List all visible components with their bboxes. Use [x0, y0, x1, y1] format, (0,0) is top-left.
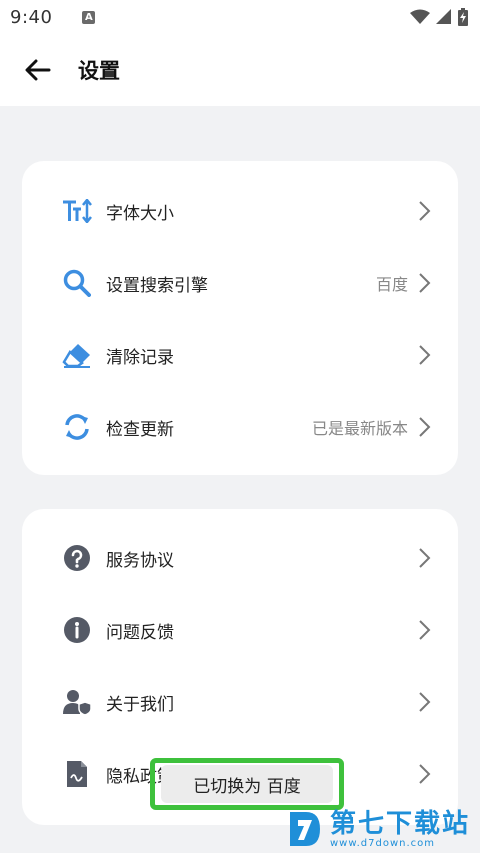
chevron-right-icon: [419, 417, 431, 437]
watermark-url: www.d7down.com: [330, 837, 436, 849]
setting-label: 服务协议: [106, 550, 174, 571]
setting-row-search-engine[interactable]: 设置搜索引擎 百度: [22, 255, 458, 311]
setting-row-clear-history[interactable]: 清除记录: [22, 327, 458, 383]
app-header: 设置: [0, 34, 480, 106]
battery-icon: [458, 8, 468, 26]
signal-icon: [436, 9, 451, 24]
setting-row-service-agreement[interactable]: 服务协议: [22, 530, 458, 586]
back-arrow-icon: [25, 59, 51, 81]
eraser-icon: [62, 340, 92, 370]
chevron-right-icon: [419, 273, 431, 293]
wifi-icon: [410, 9, 430, 24]
chevron-right-icon: [419, 548, 431, 568]
page-title: 设置: [78, 59, 120, 83]
setting-label: 问题反馈: [106, 622, 174, 643]
setting-row-check-update[interactable]: 检查更新 已是最新版本: [22, 399, 458, 455]
setting-label: 清除记录: [106, 347, 174, 368]
setting-label: 设置搜索引擎: [106, 275, 208, 296]
toast-message: 已切换为 百度: [161, 765, 333, 803]
document-icon: [62, 759, 92, 789]
refresh-icon: [62, 412, 92, 442]
setting-row-about-us[interactable]: 关于我们: [22, 674, 458, 730]
chevron-right-icon: [419, 201, 431, 221]
settings-card-general: 字体大小 设置搜索引擎 百度 清除记录 检查更新 已是最新版本: [22, 161, 458, 475]
user-shield-icon: [62, 687, 92, 717]
setting-label: 检查更新: [106, 419, 174, 440]
setting-label: 字体大小: [106, 203, 174, 224]
setting-label: 关于我们: [106, 694, 174, 715]
status-indicators: [410, 8, 468, 26]
search-icon: [62, 268, 92, 298]
chevron-right-icon: [419, 764, 431, 784]
setting-row-feedback[interactable]: 问题反馈: [22, 602, 458, 658]
watermark: 第七下载站 www.d7down.com: [286, 806, 476, 852]
watermark-brand: 第七下载站: [330, 808, 471, 839]
toast-highlight: 已切换为 百度: [150, 758, 344, 810]
setting-value: 已是最新版本: [311, 419, 408, 438]
chevron-right-icon: [419, 692, 431, 712]
chevron-right-icon: [419, 620, 431, 640]
back-button[interactable]: [16, 48, 60, 92]
status-time: 9:40: [10, 6, 53, 28]
watermark-logo-icon: [290, 812, 320, 846]
status-bar: 9:40 A: [0, 0, 480, 34]
watermark-text: 第七下载站 www.d7down.com: [330, 810, 470, 849]
setting-value: 百度: [375, 275, 408, 294]
question-icon: [62, 543, 92, 573]
chevron-right-icon: [419, 345, 431, 365]
notification-icon: A: [82, 10, 96, 24]
font-size-icon: [62, 196, 92, 226]
setting-row-font-size[interactable]: 字体大小: [22, 183, 458, 239]
info-icon: [62, 615, 92, 645]
